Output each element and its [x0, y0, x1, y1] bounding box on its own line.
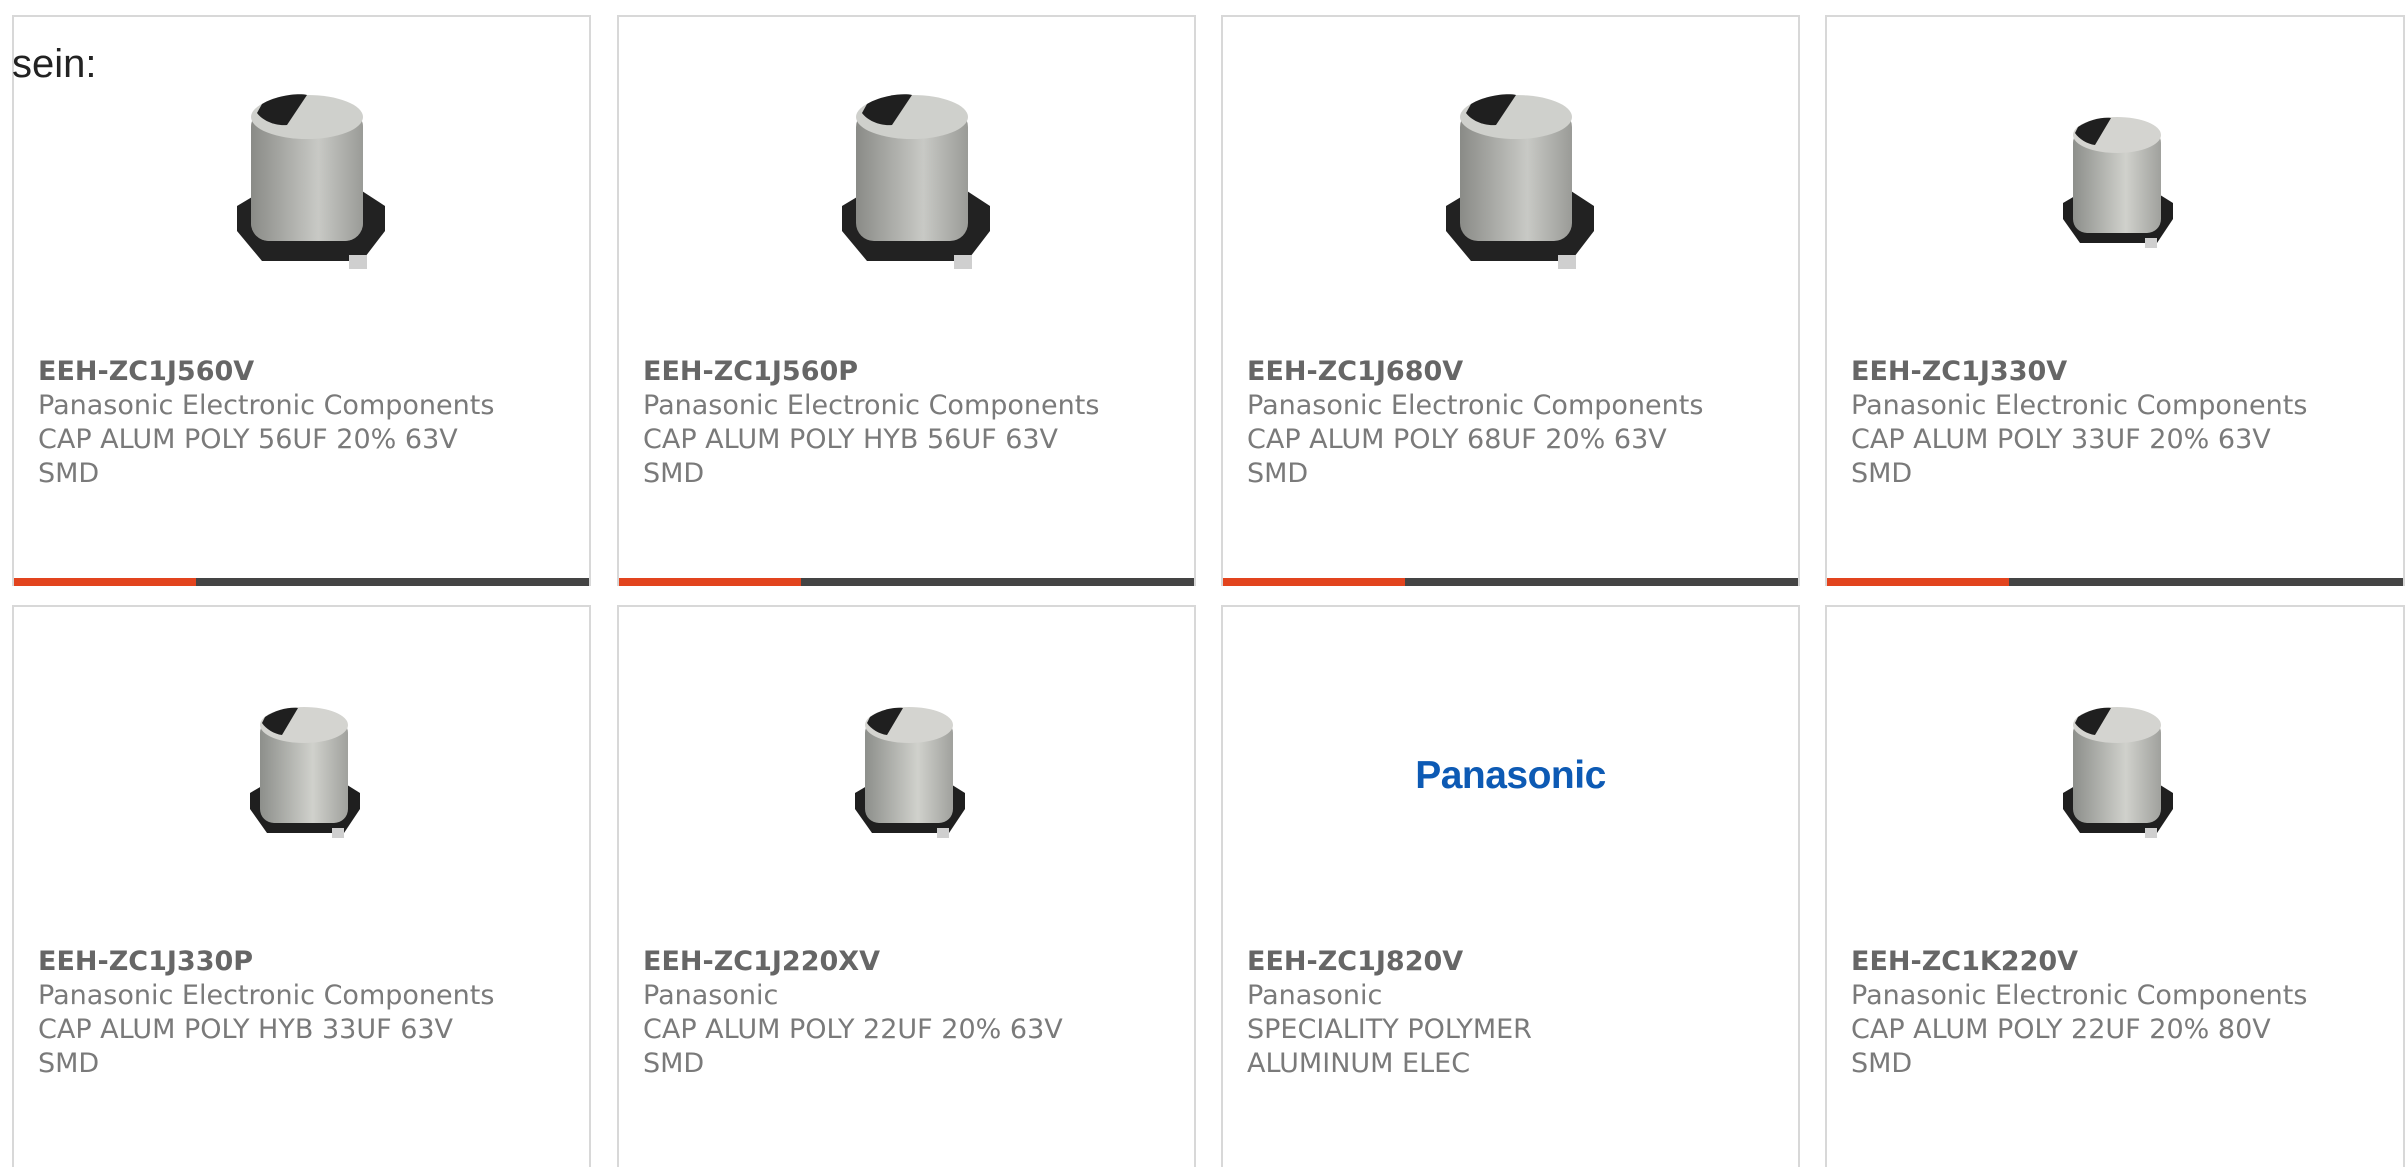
- product-card[interactable]: EEH-ZC1J560V Panasonic Electronic Compon…: [12, 15, 591, 586]
- accent-bar: [619, 578, 801, 586]
- manufacturer-name: Panasonic Electronic Components: [38, 980, 495, 1011]
- product-details: EEH-ZC1J330P Panasonic Electronic Compon…: [38, 945, 569, 1081]
- product-image[interactable]: [1406, 81, 1616, 291]
- product-description-line-2: SMD: [643, 458, 705, 489]
- capacitor-icon: [236, 94, 385, 269]
- product-description-line-1: CAP ALUM POLY 68UF 20% 63V: [1247, 424, 1667, 455]
- product-card-footer-bar: [619, 578, 1194, 586]
- product-details: EEH-ZC1J220XV Panasonic CAP ALUM POLY 22…: [643, 945, 1174, 1081]
- product-image[interactable]: [2010, 81, 2220, 291]
- product-description-line-2: SMD: [38, 1048, 100, 1079]
- accent-bar: [1223, 578, 1405, 586]
- product-card[interactable]: Panasonic EEH-ZC1J820V Panasonic SPECIAL…: [1221, 605, 1800, 1167]
- product-card[interactable]: EEH-ZC1J560P Panasonic Electronic Compon…: [617, 15, 1196, 586]
- manufacturer-name: Panasonic Electronic Components: [1851, 390, 2308, 421]
- capacitor-icon: [2063, 117, 2173, 248]
- product-card-footer-bar: [1223, 578, 1798, 586]
- product-description-line-1: SPECIALITY POLYMER: [1247, 1014, 1532, 1045]
- product-description-line-1: CAP ALUM POLY 22UF 20% 63V: [643, 1014, 1063, 1045]
- part-number-link[interactable]: EEH-ZC1J220XV: [643, 945, 1174, 979]
- part-number-link[interactable]: EEH-ZC1J680V: [1247, 355, 1778, 389]
- product-card[interactable]: EEH-ZC1J330V Panasonic Electronic Compon…: [1825, 15, 2405, 586]
- product-description-line-2: ALUMINUM ELEC: [1247, 1048, 1471, 1079]
- manufacturer-name: Panasonic Electronic Components: [1851, 980, 2308, 1011]
- product-description-line-2: SMD: [38, 458, 100, 489]
- product-image[interactable]: [2010, 671, 2220, 881]
- product-details: EEH-ZC1J560V Panasonic Electronic Compon…: [38, 355, 569, 491]
- capacitor-icon: [1445, 94, 1594, 269]
- product-details: EEH-ZC1J820V Panasonic SPECIALITY POLYME…: [1247, 945, 1778, 1081]
- product-card[interactable]: EEH-ZC1J680V Panasonic Electronic Compon…: [1221, 15, 1800, 586]
- product-image[interactable]: [197, 671, 407, 881]
- product-description-line-2: SMD: [1851, 1048, 1913, 1079]
- product-card[interactable]: EEH-ZC1K220V Panasonic Electronic Compon…: [1825, 605, 2405, 1167]
- product-details: EEH-ZC1J330V Panasonic Electronic Compon…: [1851, 355, 2383, 491]
- capacitor-icon: [854, 707, 965, 838]
- product-details: EEH-ZC1J680V Panasonic Electronic Compon…: [1247, 355, 1778, 491]
- product-description-line-1: CAP ALUM POLY 22UF 20% 80V: [1851, 1014, 2271, 1045]
- product-description-line-1: CAP ALUM POLY 56UF 20% 63V: [38, 424, 458, 455]
- part-number-link[interactable]: EEH-ZC1J820V: [1247, 945, 1778, 979]
- panasonic-logo: Panasonic: [1415, 754, 1606, 797]
- product-description-line-1: CAP ALUM POLY 33UF 20% 63V: [1851, 424, 2271, 455]
- product-details: EEH-ZC1K220V Panasonic Electronic Compon…: [1851, 945, 2383, 1081]
- product-image[interactable]: [802, 81, 1012, 291]
- part-number-link[interactable]: EEH-ZC1K220V: [1851, 945, 2383, 979]
- capacitor-icon: [841, 94, 990, 269]
- product-description-line-1: CAP ALUM POLY HYB 56UF 63V: [643, 424, 1059, 455]
- product-description-line-2: SMD: [1247, 458, 1309, 489]
- manufacturer-name: Panasonic Electronic Components: [643, 390, 1100, 421]
- part-number-link[interactable]: EEH-ZC1J560V: [38, 355, 569, 389]
- manufacturer-name: Panasonic: [1247, 980, 1383, 1011]
- capacitor-icon: [2063, 707, 2173, 838]
- product-details: EEH-ZC1J560P Panasonic Electronic Compon…: [643, 355, 1174, 491]
- part-number-link[interactable]: EEH-ZC1J330V: [1851, 355, 2383, 389]
- capacitor-icon: [249, 707, 360, 838]
- product-image[interactable]: [197, 81, 407, 291]
- manufacturer-name: Panasonic Electronic Components: [1247, 390, 1704, 421]
- product-description-line-1: CAP ALUM POLY HYB 33UF 63V: [38, 1014, 454, 1045]
- manufacturer-name: Panasonic Electronic Components: [38, 390, 495, 421]
- part-number-link[interactable]: EEH-ZC1J330P: [38, 945, 569, 979]
- part-number-link[interactable]: EEH-ZC1J560P: [643, 355, 1174, 389]
- product-card[interactable]: EEH-ZC1J220XV Panasonic CAP ALUM POLY 22…: [617, 605, 1196, 1167]
- product-card-footer-bar: [1827, 578, 2403, 586]
- product-description-line-2: SMD: [1851, 458, 1913, 489]
- product-card[interactable]: EEH-ZC1J330P Panasonic Electronic Compon…: [12, 605, 591, 1167]
- manufacturer-name: Panasonic: [643, 980, 779, 1011]
- product-image[interactable]: Panasonic: [1406, 671, 1616, 881]
- accent-bar: [1827, 578, 2009, 586]
- intro-text: sein:: [12, 42, 97, 86]
- page: sein: EEH-ZC1J560V Panasonic Electronic …: [0, 0, 2405, 1167]
- product-card-footer-bar: [14, 578, 589, 586]
- product-image[interactable]: [802, 671, 1012, 881]
- product-description-line-2: SMD: [643, 1048, 705, 1079]
- accent-bar: [14, 578, 196, 586]
